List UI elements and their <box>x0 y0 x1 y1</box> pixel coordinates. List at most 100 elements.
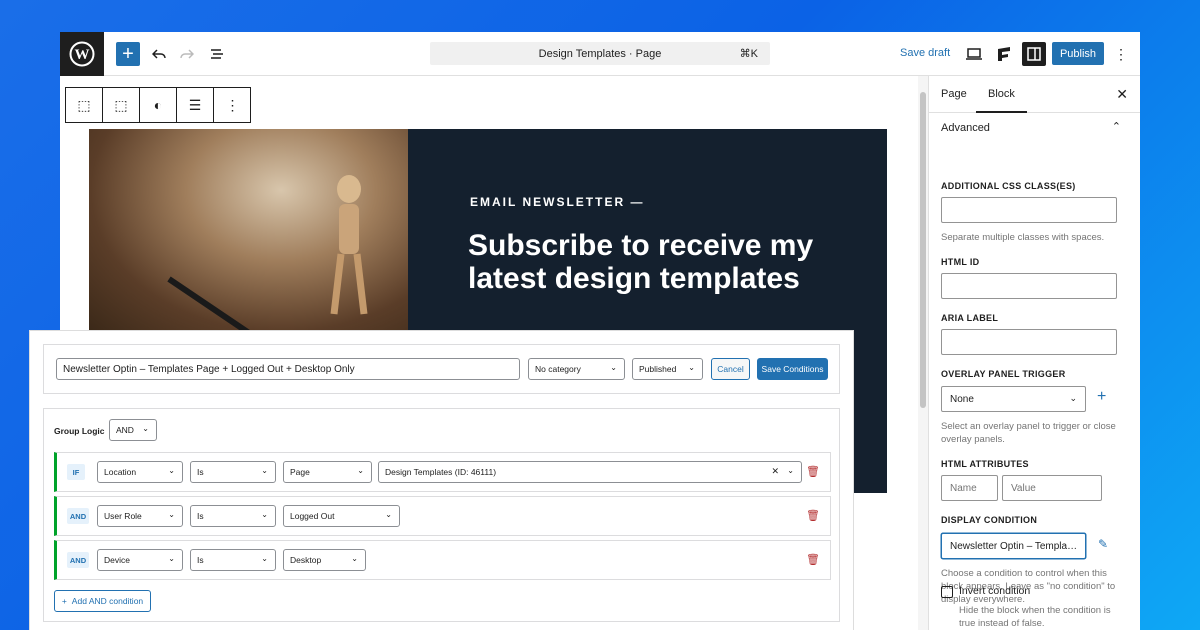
chevron-down-icon: ⌄ <box>261 554 268 563</box>
rule-value-select[interactable]: Logged Out ⌄ <box>283 505 400 527</box>
add-overlay-icon[interactable]: + <box>1097 388 1106 406</box>
plus-icon: + <box>61 596 67 606</box>
trash-icon[interactable]: 🗑 <box>806 553 820 566</box>
shortcut-hint: ⌘K <box>739 48 758 60</box>
document-overview-icon[interactable] <box>206 41 228 67</box>
condition-name-input[interactable]: Newsletter Optin – Templates Page + Logg… <box>56 358 520 380</box>
chevron-down-icon: ⌄ <box>261 466 268 475</box>
more-options-icon[interactable]: ⋮ <box>214 88 251 122</box>
rule-operator-value: Is <box>197 467 204 477</box>
rule-value-select[interactable]: Desktop ⌄ <box>283 549 366 571</box>
advanced-section-title: Advanced <box>941 122 990 134</box>
display-condition-select[interactable]: Newsletter Optin – Templa… <box>941 533 1086 559</box>
overlay-trigger-label: OVERLAY PANEL TRIGGER <box>941 369 1066 379</box>
status-select[interactable]: Published ⌄ <box>632 358 703 380</box>
preview-icon[interactable] <box>962 41 986 67</box>
edit-condition-icon[interactable]: ✎ <box>1098 537 1108 551</box>
rule-operator-value: Is <box>197 555 204 565</box>
rule-value: Desktop <box>290 555 322 565</box>
hero-headline: Subscribe to receive my latest design te… <box>468 229 814 295</box>
wordpress-logo-icon[interactable]: W <box>60 32 104 76</box>
close-icon[interactable]: ✕ <box>1116 86 1128 103</box>
command-palette[interactable]: Design Templates · Page ⌘K <box>430 42 770 65</box>
document-title: Design Templates · Page <box>538 47 662 60</box>
category-select[interactable]: No category ⌄ <box>528 358 625 380</box>
condition-header: Newsletter Optin – Templates Page + Logg… <box>43 344 840 394</box>
condition-rule: AND User Role ⌄ Is ⌄ Logged Out ⌄ 🗑 <box>54 496 831 536</box>
rule-value: Design Templates (ID: 46111) <box>385 467 497 477</box>
aria-label-input[interactable] <box>941 329 1117 355</box>
tab-block[interactable]: Block <box>976 88 1027 113</box>
settings-sidebar: Page Block ✕ Advanced ⌃ ADDITIONAL CSS CL… <box>928 76 1140 630</box>
rule-value: Logged Out <box>290 511 335 521</box>
css-class-label: ADDITIONAL CSS CLASS(ES) <box>941 181 1076 191</box>
condition-rule: IF Location ⌄ Is ⌄ Page ⌄ Design Templates … <box>54 452 831 492</box>
rule-field-value: Location <box>104 467 137 477</box>
svg-text:W: W <box>75 47 90 63</box>
overlay-trigger-value: None <box>950 393 974 405</box>
rule-badge: IF <box>67 464 85 480</box>
scrollbar-thumb[interactable] <box>920 92 926 408</box>
overlay-trigger-select[interactable]: None ⌄ <box>941 386 1086 412</box>
invert-condition-help: Hide the block when the condition is tru… <box>959 605 1111 629</box>
html-id-label: HTML ID <box>941 257 980 267</box>
add-and-condition-button[interactable]: + Add AND condition <box>54 590 151 612</box>
trash-icon[interactable]: 🗑 <box>806 509 820 522</box>
redo-icon[interactable] <box>176 41 198 67</box>
group-logic-select[interactable]: AND ⌄ <box>109 419 157 441</box>
rule-operator-select[interactable]: Is ⌄ <box>190 461 276 483</box>
group-logic-label: Group Logic <box>54 426 105 436</box>
cancel-button[interactable]: Cancel <box>711 358 750 380</box>
align-icon[interactable]: ☰ <box>177 88 214 122</box>
invert-condition-checkbox[interactable] <box>941 586 953 598</box>
rule-operator-value: Is <box>197 511 204 521</box>
hero-photo <box>89 129 409 336</box>
move-block-icon[interactable]: ⬚ <box>103 88 140 122</box>
attribute-value-input[interactable]: Value <box>1002 475 1102 501</box>
settings-sidebar-toggle-icon[interactable] <box>1022 42 1046 66</box>
display-condition-label: DISPLAY CONDITION <box>941 515 1038 525</box>
chevron-down-icon: ⌄ <box>610 363 617 372</box>
chevron-down-icon: ⌄ <box>351 554 358 563</box>
chevron-down-icon: ⌄ <box>385 510 392 519</box>
contrast-icon[interactable]: ◐ <box>140 88 177 122</box>
publish-button[interactable]: Publish <box>1052 42 1104 65</box>
rule-field-select[interactable]: Device ⌄ <box>97 549 183 571</box>
clear-icon[interactable]: ✕ <box>771 466 779 477</box>
css-class-input[interactable] <box>941 197 1117 223</box>
rule-operator-select[interactable]: Is ⌄ <box>190 549 276 571</box>
options-menu-icon[interactable]: ⋮ <box>1112 41 1130 67</box>
rule-field-select[interactable]: Location ⌄ <box>97 461 183 483</box>
rule-operator-select[interactable]: Is ⌄ <box>190 505 276 527</box>
rule-type-select[interactable]: Page ⌄ <box>283 461 372 483</box>
conditions-panel: Newsletter Optin – Templates Page + Logg… <box>30 331 853 630</box>
hero-eyebrow: EMAIL NEWSLETTER — <box>470 195 645 209</box>
add-condition-label: Add AND condition <box>71 596 144 606</box>
rule-badge: AND <box>67 508 89 524</box>
css-class-help: Separate multiple classes with spaces. <box>941 232 1105 243</box>
select-parent-icon[interactable]: ⬚ <box>66 88 103 122</box>
chevron-down-icon: ⌄ <box>787 466 794 475</box>
advanced-section-header[interactable]: Advanced ⌃ <box>941 121 1121 134</box>
undo-icon[interactable] <box>148 41 170 67</box>
save-draft-button[interactable]: Save draft <box>900 47 950 59</box>
trash-icon[interactable]: 🗑 <box>806 465 820 478</box>
chevron-down-icon: ⌄ <box>1069 393 1077 403</box>
group-logic-value: AND <box>116 425 134 435</box>
chevron-down-icon: ⌄ <box>261 510 268 519</box>
tab-page[interactable]: Page <box>941 88 967 100</box>
block-toolbar: ⬚ ⬚ ◐ ☰ ⋮ <box>65 87 251 123</box>
canvas-scrollbar[interactable] <box>918 76 928 630</box>
rule-type-value: Page <box>290 467 310 477</box>
chevron-down-icon: ⌄ <box>168 510 175 519</box>
attribute-name-input[interactable]: Name <box>941 475 998 501</box>
overlay-trigger-help: Select an overlay panel to trigger or cl… <box>941 421 1116 445</box>
rule-value-select[interactable]: Design Templates (ID: 46111) ✕ ⌄ <box>378 461 802 483</box>
rule-field-select[interactable]: User Role ⌄ <box>97 505 183 527</box>
html-id-input[interactable] <box>941 273 1117 299</box>
invert-condition-label: Invert condition <box>959 585 1031 597</box>
plugin-icon[interactable] <box>992 41 1016 67</box>
save-conditions-button[interactable]: Save Conditions <box>757 358 828 380</box>
add-block-button[interactable]: + <box>116 42 140 66</box>
category-value: No category <box>535 364 581 374</box>
